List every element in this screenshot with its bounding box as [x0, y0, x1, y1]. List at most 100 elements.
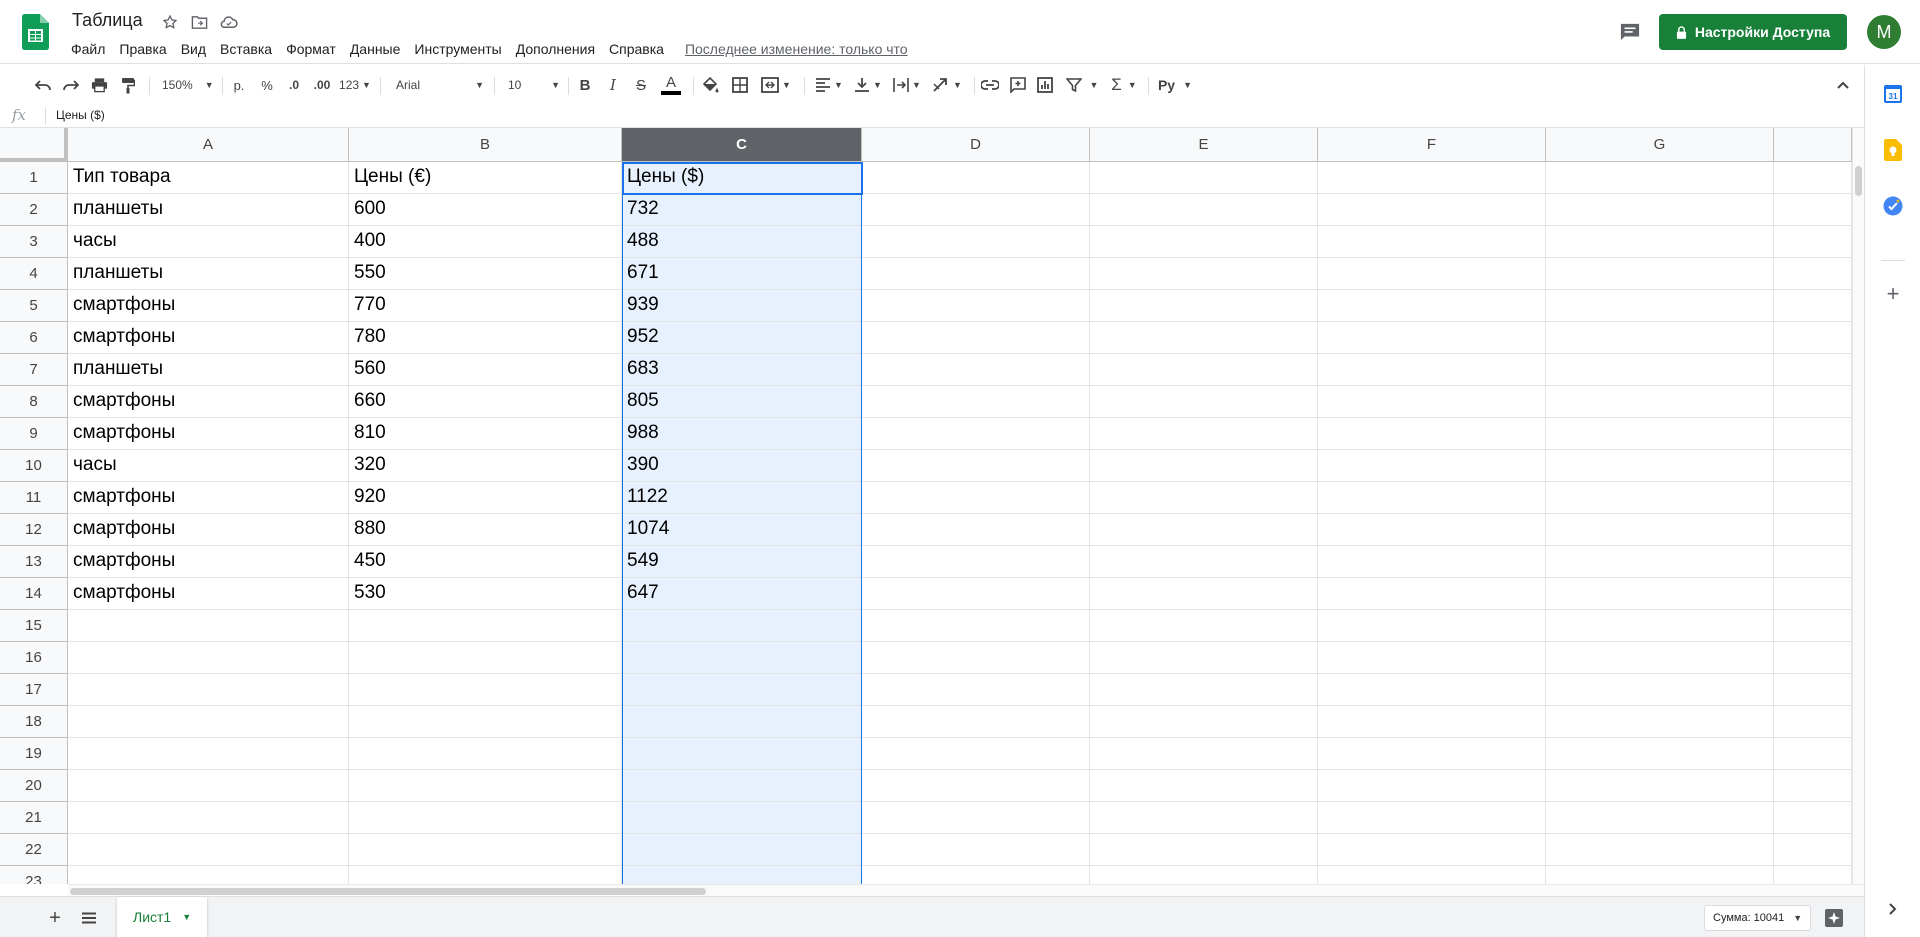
cell-a11[interactable]: смартфоны: [68, 482, 349, 514]
row-header-14[interactable]: 14: [0, 578, 68, 610]
text-rotation-icon[interactable]: ▼: [930, 73, 964, 97]
move-folder-icon[interactable]: [189, 12, 209, 32]
row-header-5[interactable]: 5: [0, 290, 68, 322]
cell-e23[interactable]: [1090, 866, 1318, 884]
cell-e7[interactable]: [1090, 354, 1318, 386]
cell-d1[interactable]: [862, 162, 1090, 194]
cell-f7[interactable]: [1318, 354, 1546, 386]
menu-insert[interactable]: Вставка: [213, 39, 279, 59]
cell-e2[interactable]: [1090, 194, 1318, 226]
cell-d15[interactable]: [862, 610, 1090, 642]
print-icon[interactable]: [88, 73, 110, 97]
cell-c4[interactable]: 671: [622, 258, 862, 290]
cell-e18[interactable]: [1090, 706, 1318, 738]
cell-b7[interactable]: 560: [349, 354, 622, 386]
all-sheets-menu-icon[interactable]: [78, 907, 100, 929]
cell-b12[interactable]: 880: [349, 514, 622, 546]
column-header-f[interactable]: F: [1318, 128, 1546, 162]
cell-g21[interactable]: [1546, 802, 1774, 834]
row-header-4[interactable]: 4: [0, 258, 68, 290]
cell-c3[interactable]: 488: [622, 226, 862, 258]
cell-d16[interactable]: [862, 642, 1090, 674]
insert-chart-icon[interactable]: [1034, 73, 1056, 97]
cell-f15[interactable]: [1318, 610, 1546, 642]
cell-d3[interactable]: [862, 226, 1090, 258]
row-header-20[interactable]: 20: [0, 770, 68, 802]
cell-c18[interactable]: [622, 706, 862, 738]
cell-d21[interactable]: [862, 802, 1090, 834]
cell-h22[interactable]: [1774, 834, 1852, 866]
cell-g8[interactable]: [1546, 386, 1774, 418]
cell-g4[interactable]: [1546, 258, 1774, 290]
cell-d5[interactable]: [862, 290, 1090, 322]
cell-c20[interactable]: [622, 770, 862, 802]
cell-f3[interactable]: [1318, 226, 1546, 258]
cell-e20[interactable]: [1090, 770, 1318, 802]
cell-c12[interactable]: 1074: [622, 514, 862, 546]
cell-g12[interactable]: [1546, 514, 1774, 546]
cell-b4[interactable]: 550: [349, 258, 622, 290]
cell-e22[interactable]: [1090, 834, 1318, 866]
cell-f4[interactable]: [1318, 258, 1546, 290]
cell-h18[interactable]: [1774, 706, 1852, 738]
cell-f18[interactable]: [1318, 706, 1546, 738]
cell-a2[interactable]: планшеты: [68, 194, 349, 226]
merge-cells-icon[interactable]: ▼: [758, 73, 794, 97]
paint-format-icon[interactable]: [117, 73, 139, 97]
cell-h12[interactable]: [1774, 514, 1852, 546]
cell-g20[interactable]: [1546, 770, 1774, 802]
cell-b23[interactable]: [349, 866, 622, 884]
cell-g18[interactable]: [1546, 706, 1774, 738]
row-header-2[interactable]: 2: [0, 194, 68, 226]
cell-e21[interactable]: [1090, 802, 1318, 834]
cell-h5[interactable]: [1774, 290, 1852, 322]
bold-icon[interactable]: B: [575, 73, 595, 97]
cell-d19[interactable]: [862, 738, 1090, 770]
cell-b20[interactable]: [349, 770, 622, 802]
cell-c16[interactable]: [622, 642, 862, 674]
column-header-a[interactable]: A: [68, 128, 349, 162]
cell-a13[interactable]: смартфоны: [68, 546, 349, 578]
cell-b14[interactable]: 530: [349, 578, 622, 610]
number-format-select[interactable]: 123 ▼: [338, 73, 372, 97]
menu-edit[interactable]: Правка: [112, 39, 173, 59]
menu-format[interactable]: Формат: [279, 39, 343, 59]
share-button[interactable]: Настройки Доступа: [1659, 14, 1847, 50]
cell-a16[interactable]: [68, 642, 349, 674]
row-header-19[interactable]: 19: [0, 738, 68, 770]
select-all-corner[interactable]: [0, 128, 68, 162]
cell-h8[interactable]: [1774, 386, 1852, 418]
cell-g9[interactable]: [1546, 418, 1774, 450]
vertical-scrollbar[interactable]: [1852, 128, 1864, 884]
calendar-icon[interactable]: 31: [1881, 82, 1905, 106]
cell-c10[interactable]: 390: [622, 450, 862, 482]
cell-h1[interactable]: [1774, 162, 1852, 194]
cell-f11[interactable]: [1318, 482, 1546, 514]
get-addons-icon[interactable]: +: [1881, 281, 1905, 306]
hide-side-panel-icon[interactable]: [1881, 897, 1905, 921]
column-header-b[interactable]: B: [349, 128, 622, 162]
cell-b13[interactable]: 450: [349, 546, 622, 578]
cell-h11[interactable]: [1774, 482, 1852, 514]
undo-icon[interactable]: [32, 73, 54, 97]
menu-tools[interactable]: Инструменты: [407, 39, 508, 59]
cell-c19[interactable]: [622, 738, 862, 770]
sum-summary-select[interactable]: Сумма: 10041 ▼: [1704, 905, 1812, 931]
zoom-select[interactable]: 150% ▼: [158, 73, 214, 97]
column-header-d[interactable]: D: [862, 128, 1090, 162]
cell-b11[interactable]: 920: [349, 482, 622, 514]
cell-b21[interactable]: [349, 802, 622, 834]
cell-g16[interactable]: [1546, 642, 1774, 674]
cell-e9[interactable]: [1090, 418, 1318, 450]
cell-f10[interactable]: [1318, 450, 1546, 482]
cell-a17[interactable]: [68, 674, 349, 706]
cell-h21[interactable]: [1774, 802, 1852, 834]
cell-a9[interactable]: смартфоны: [68, 418, 349, 450]
column-header-g[interactable]: G: [1546, 128, 1774, 162]
cell-e15[interactable]: [1090, 610, 1318, 642]
row-header-6[interactable]: 6: [0, 322, 68, 354]
last-edit-link[interactable]: Последнее изменение: только что: [685, 41, 908, 57]
cell-d9[interactable]: [862, 418, 1090, 450]
collapse-menus-icon[interactable]: [1832, 73, 1854, 97]
row-header-22[interactable]: 22: [0, 834, 68, 866]
